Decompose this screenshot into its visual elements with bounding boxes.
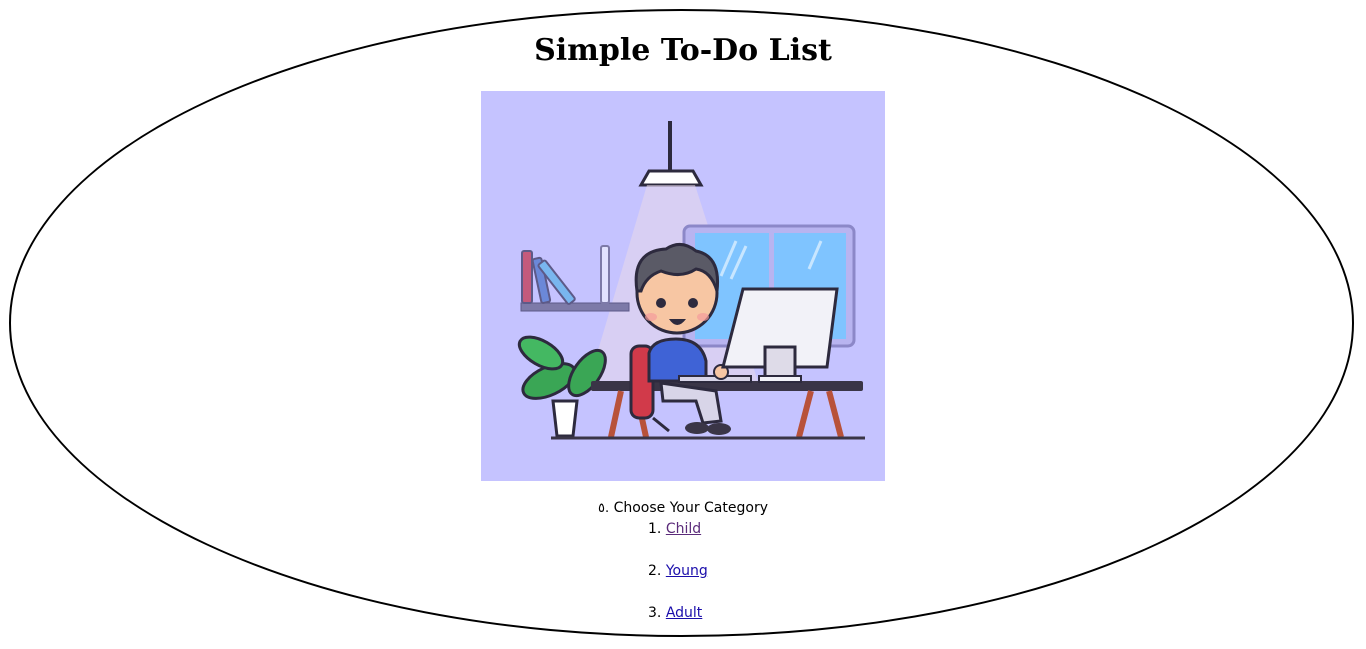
category-item-adult: 3. Adult	[648, 603, 708, 623]
category-heading: ٥. Choose Your Category	[0, 498, 1366, 519]
category-heading-marker: ٥.	[597, 501, 610, 516]
category-list: 1. Child 2. Young 3. Adult	[648, 519, 708, 645]
category-heading-text: Choose Your Category	[613, 500, 768, 516]
category-link-young[interactable]: Young	[666, 563, 708, 579]
category-link-child[interactable]: Child	[666, 521, 701, 537]
category-number: 2.	[648, 563, 662, 579]
category-number: 1.	[648, 521, 662, 537]
category-number: 3.	[648, 605, 662, 621]
person-at-computer-illustration-icon	[517, 121, 865, 440]
category-link-adult[interactable]: Adult	[666, 605, 702, 621]
category-item-child: 1. Child	[648, 519, 708, 539]
category-item-young: 2. Young	[648, 561, 708, 581]
page-title: Simple To-Do List	[534, 33, 832, 68]
hero-illustration	[481, 91, 885, 481]
